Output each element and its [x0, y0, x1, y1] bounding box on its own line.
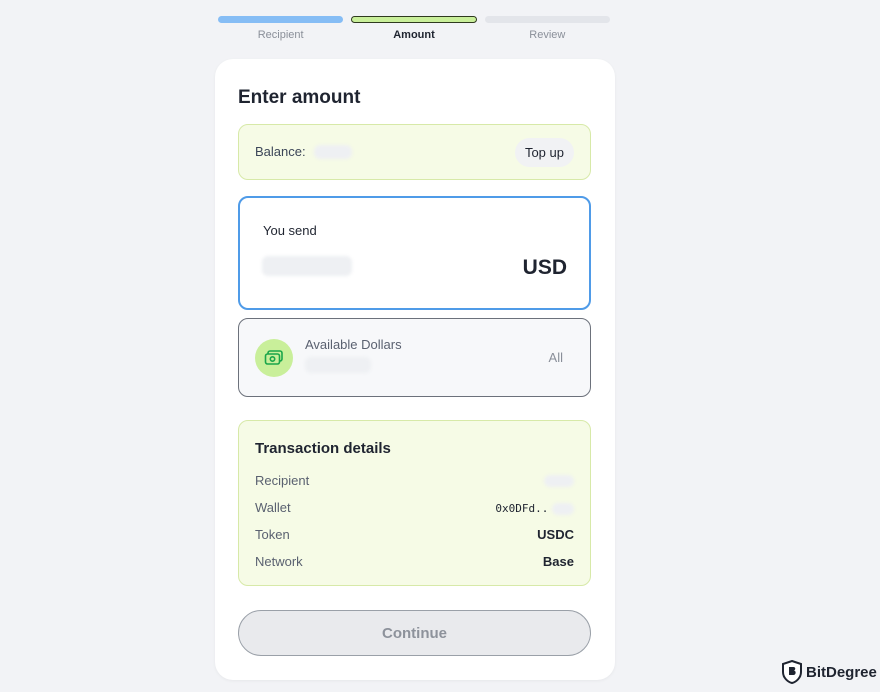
step-bar-recipient [218, 16, 344, 23]
page-title: Enter amount [238, 87, 361, 108]
send-label: You send [263, 223, 317, 238]
send-amount-field[interactable]: You send USD [238, 196, 591, 310]
detail-value-recipient-redacted [544, 474, 574, 487]
detail-row-recipient: Recipient [255, 473, 574, 488]
amount-card: Enter amount Balance: Top up You send US… [215, 59, 615, 680]
progress-stepper: Recipient Amount Review [218, 16, 610, 41]
detail-label-wallet: Wallet [255, 500, 291, 515]
step-bar-review [484, 16, 610, 23]
details-title: Transaction details [255, 440, 391, 457]
cash-icon [255, 339, 293, 377]
available-title: Available Dollars [305, 337, 402, 352]
detail-value-network: Base [542, 554, 574, 569]
available-dollars-panel: Available Dollars All [238, 318, 591, 397]
detail-row-network: Network Base [255, 554, 574, 569]
step-review[interactable]: Review [484, 16, 610, 41]
bitdegree-watermark: BitDegree [782, 660, 877, 684]
send-currency: USD [522, 256, 567, 279]
detail-label-network: Network [255, 554, 303, 569]
transaction-details-panel: Transaction details Recipient Wallet 0x0… [238, 420, 591, 586]
balance-text: Balance: [255, 143, 353, 161]
detail-value-token: USDC [537, 527, 574, 542]
step-label-review: Review [529, 29, 566, 41]
balance-value-redacted [314, 144, 353, 159]
continue-button[interactable]: Continue [238, 610, 591, 656]
step-amount[interactable]: Amount [351, 16, 477, 41]
detail-label-recipient: Recipient [255, 473, 310, 488]
step-recipient[interactable]: Recipient [218, 16, 344, 41]
balance-panel: Balance: Top up [238, 124, 591, 180]
balance-label: Balance: [255, 144, 306, 159]
step-label-amount: Amount [393, 29, 435, 41]
detail-row-wallet: Wallet 0x0DFd.. [255, 500, 574, 515]
bitdegree-logo-icon [782, 660, 802, 684]
available-value-redacted [305, 357, 371, 373]
wallet-address-redacted [552, 502, 574, 515]
detail-row-token: Token USDC [255, 527, 574, 542]
step-bar-amount [351, 16, 477, 23]
detail-value-wallet: 0x0DFd.. [495, 500, 574, 515]
step-label-recipient: Recipient [257, 29, 304, 41]
watermark-text: BitDegree [806, 663, 877, 681]
use-all-button[interactable]: All [549, 350, 563, 365]
detail-label-token: Token [255, 527, 290, 542]
wallet-address: 0x0DFd.. [495, 502, 549, 515]
send-amount-input-redacted[interactable] [262, 256, 352, 276]
top-up-button[interactable]: Top up [514, 137, 574, 167]
